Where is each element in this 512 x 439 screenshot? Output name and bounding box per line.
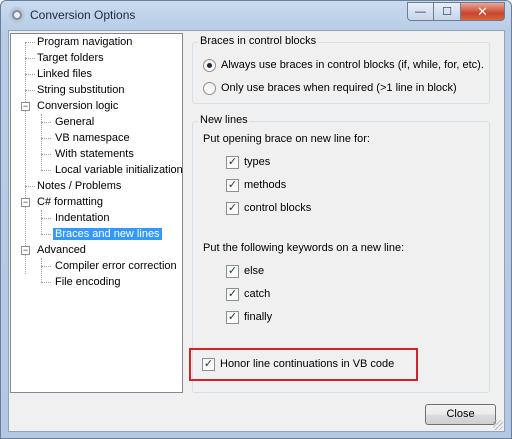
opening-brace-label: Put opening brace on new line for: [203,133,370,145]
braces-group-title: Braces in control blocks [198,35,319,47]
minimize-button[interactable]: — [407,2,434,21]
tree-connector [41,170,51,171]
tree-item-with-statements[interactable]: With statements [53,146,136,162]
tree-connector [25,42,26,274]
keywords-label: Put the following keywords on a new line… [203,242,405,254]
tree-connector [41,122,51,123]
options-tree[interactable]: − − − Program navigation Target folders … [10,33,183,393]
radio-button[interactable] [203,82,216,95]
maximize-icon: ☐ [442,6,452,18]
tree-connector [41,258,42,282]
tree-item-program-navigation[interactable]: Program navigation [35,34,134,50]
tree-connector [25,42,35,43]
caption-buttons: — ☐ ✕ [407,2,505,21]
checkbox-honor-line-continuations[interactable]: ✓ Honor line continuations in VB code [202,356,412,372]
tree-item-vb-namespace[interactable]: VB namespace [53,130,132,146]
tree-item-indentation[interactable]: Indentation [53,210,111,226]
tree-item-file-encoding[interactable]: File encoding [53,274,122,290]
tree-connector [41,210,42,234]
radio-only-when-required[interactable]: Only use braces when required (>1 line i… [203,80,488,96]
tree-item-local-variable-initialization[interactable]: Local variable initialization [53,162,185,178]
close-window-button[interactable]: ✕ [461,2,505,21]
collapse-toggle-advanced[interactable]: − [21,246,30,255]
tree-item-general[interactable]: General [53,114,96,130]
checkbox-checked[interactable]: ✓ [226,288,239,301]
tree-connector [41,234,51,235]
radio-always-use-braces[interactable]: Always use braces in control blocks (if,… [203,57,488,73]
window-title: Conversion Options [30,8,136,22]
tree-item-csharp-formatting[interactable]: C# formatting [35,194,105,210]
tree-item-notes-problems[interactable]: Notes / Problems [35,178,123,194]
tree-connector [25,90,35,91]
tree-connector [25,186,35,187]
braces-group: Braces in control blocks Always use brac… [192,35,490,104]
tree-item-conversion-logic[interactable]: Conversion logic [35,98,120,114]
close-button[interactable]: Close [425,404,496,425]
tree-connector [41,218,51,219]
tree-item-linked-files[interactable]: Linked files [35,66,94,82]
tree-connector [41,266,51,267]
tree-connector [41,154,51,155]
dialog-body: − − − Program navigation Target folders … [8,30,505,432]
checkbox-checked[interactable]: ✓ [226,265,239,278]
tree-item-advanced[interactable]: Advanced [35,242,88,258]
checkbox-checked[interactable]: ✓ [226,202,239,215]
gear-icon [9,7,25,23]
tree-connector [25,74,35,75]
radio-button-selected[interactable] [203,59,216,72]
title-bar[interactable]: Conversion Options — ☐ ✕ [1,1,511,30]
tree-connector [25,58,35,59]
collapse-toggle-conversion-logic[interactable]: − [21,102,30,111]
new-lines-group-title: New lines [198,114,250,126]
tree-connector [41,138,51,139]
conversion-options-window: Conversion Options — ☐ ✕ − − − Program n… [0,0,512,439]
checkbox-checked[interactable]: ✓ [226,311,239,324]
tree-connector [41,282,51,283]
resize-grip[interactable] [493,420,503,430]
tree-item-string-substitution[interactable]: String substitution [35,82,126,98]
minimize-icon: — [415,5,426,18]
collapse-toggle-csharp-formatting[interactable]: − [21,198,30,207]
checkbox-checked[interactable]: ✓ [226,179,239,192]
checkbox-checked[interactable]: ✓ [202,358,215,371]
maximize-button[interactable]: ☐ [434,2,461,21]
tree-item-braces-and-new-lines[interactable]: Braces and new lines [53,226,162,242]
checkbox-checked[interactable]: ✓ [226,156,239,169]
tree-item-compiler-error-correction[interactable]: Compiler error correction [53,258,179,274]
tree-item-target-folders[interactable]: Target folders [35,50,106,66]
close-icon: ✕ [477,3,488,19]
